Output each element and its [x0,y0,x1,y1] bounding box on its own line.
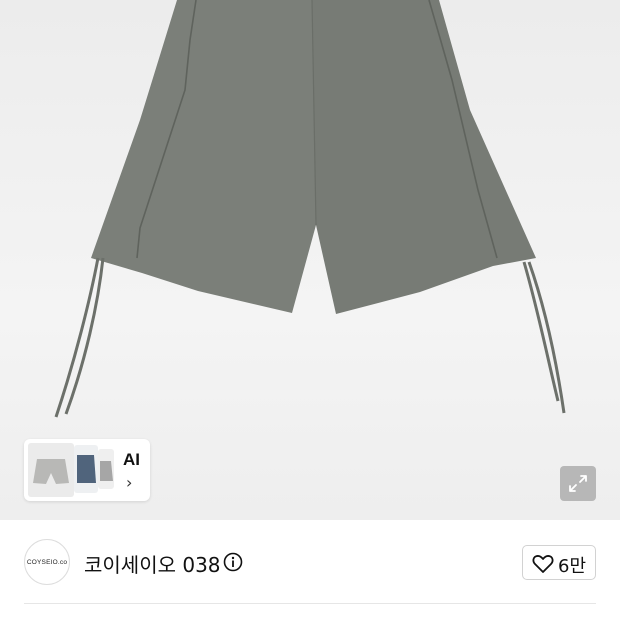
expand-image-button[interactable] [560,466,596,501]
divider [24,603,596,604]
product-image-gallery[interactable]: AI › [0,0,620,520]
seller-avatar-logo: COYSEIO.co [26,558,68,566]
like-count: 6만 [558,556,587,577]
heart-icon [532,555,554,573]
ai-recommendation-button[interactable]: AI › [24,439,150,501]
chevron-right-icon: › [126,473,133,492]
expand-icon [569,475,587,492]
seller-avatar[interactable]: COYSEIO.co [24,539,70,585]
thumbnail-navy-shorts [74,445,98,493]
info-icon[interactable] [223,552,243,572]
seller-row: COYSEIO.co 코이세이오 038 6만 [0,520,620,604]
ai-label: AI [123,450,140,469]
like-button[interactable]: 6만 [522,545,596,580]
seller-name[interactable]: 코이세이오 038 [84,549,221,578]
thumbnail-light-grey-shorts [98,449,114,489]
thumbnail-grey-shorts [28,443,74,497]
